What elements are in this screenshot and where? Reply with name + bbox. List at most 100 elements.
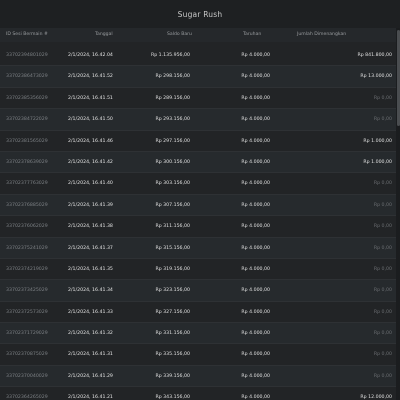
scrollbar-thumb[interactable] — [396, 30, 400, 126]
win-cell: Rp 0,00 — [373, 224, 392, 230]
session-id-cell: 33702373425029 — [6, 288, 48, 294]
win-cell: Rp 1.000,00 — [363, 159, 392, 165]
bet-cell: Rp 4.000,00 — [241, 288, 270, 294]
bet-cell: Rp 4.000,00 — [241, 95, 270, 101]
table-header: ID Sesi Bermain # Tanggal Saldo Baru Tar… — [0, 28, 396, 42]
bet-cell: Rp 4.000,00 — [241, 117, 270, 123]
date-cell: 2/1/2024, 16.41.40 — [68, 181, 113, 187]
win-cell: Rp 0,00 — [373, 373, 392, 379]
balance-cell: Rp 311.156,00 — [155, 224, 190, 230]
bet-cell: Rp 4.000,00 — [241, 352, 270, 358]
bet-cell: Rp 4.000,00 — [241, 159, 270, 165]
table-row[interactable]: 33702374219029 2/1/2024, 16.41.35 Rp 319.1… — [0, 259, 396, 281]
table-row[interactable]: 33702378639029 2/1/2024, 16.41.42 Rp 300.1… — [0, 151, 396, 174]
session-id-cell: 33702370875029 — [6, 352, 48, 358]
bet-cell: Rp 4.000,00 — [241, 245, 270, 251]
table-row[interactable]: 33702385356029 2/1/2024, 16.41.51 Rp 289.1… — [0, 88, 396, 110]
table-row[interactable]: 33702370040029 2/1/2024, 16.41.29 Rp 339.1… — [0, 365, 396, 388]
balance-cell: Rp 323.156,00 — [155, 288, 190, 294]
win-cell: Rp 0,00 — [373, 117, 392, 123]
balance-cell: Rp 289.156,00 — [155, 95, 190, 101]
balance-cell: Rp 319.156,00 — [155, 266, 190, 272]
date-cell: 2/1/2024, 16.42.04 — [68, 53, 113, 58]
win-cell: Rp 0,00 — [373, 202, 392, 208]
bet-cell: Rp 4.000,00 — [241, 395, 270, 400]
balance-cell: Rp 307.156,00 — [155, 202, 190, 208]
game-history-window: Sugar Rush ID Sesi Bermain # Tanggal Sal… — [0, 0, 400, 400]
table-row[interactable]: 33702364265029 2/1/2024, 16.41.21 Rp 343.1… — [0, 387, 396, 400]
balance-cell: Rp 339.156,00 — [155, 373, 190, 379]
bet-cell: Rp 4.000,00 — [241, 373, 270, 379]
balance-cell: Rp 331.156,00 — [155, 331, 190, 337]
session-id-cell: 33702376062029 — [6, 224, 48, 230]
session-id-cell: 33702381565029 — [6, 138, 48, 144]
bet-cell: Rp 4.000,00 — [241, 74, 270, 80]
session-id-cell: 33702374219029 — [6, 266, 48, 272]
header-win: Jumlah Dimenangkan — [297, 32, 347, 37]
table-row[interactable]: 33702384722029 2/1/2024, 16.41.50 Rp 293.1… — [0, 109, 396, 131]
bet-cell: Rp 4.000,00 — [241, 224, 270, 230]
table-row[interactable]: 33702375241029 2/1/2024, 16.41.37 Rp 315.1… — [0, 237, 396, 259]
table-row[interactable]: 33702370875029 2/1/2024, 16.41.31 Rp 335.1… — [0, 344, 396, 366]
header-date: Tanggal — [95, 32, 113, 37]
session-id-cell: 33702378639029 — [6, 159, 48, 165]
session-id-cell: 33702376885029 — [6, 202, 48, 208]
history-table-body: 33702394801029 2/1/2024, 16.42.04 Rp 1.135… — [0, 45, 396, 400]
balance-cell: Rp 327.156,00 — [155, 309, 190, 315]
header-session-id: ID Sesi Bermain # — [6, 32, 48, 37]
table-row[interactable]: 33702371729029 2/1/2024, 16.41.32 Rp 331.1… — [0, 323, 396, 345]
bet-cell: Rp 4.000,00 — [241, 309, 270, 315]
date-cell: 2/1/2024, 16.41.33 — [68, 309, 113, 315]
win-cell: Rp 0,00 — [373, 181, 392, 187]
win-cell: Rp 0,00 — [373, 288, 392, 294]
date-cell: 2/1/2024, 16.41.51 — [68, 95, 113, 101]
bet-cell: Rp 4.000,00 — [241, 53, 270, 58]
win-cell: Rp 1.000,00 — [363, 138, 392, 144]
bet-cell: Rp 4.000,00 — [241, 138, 270, 144]
session-id-cell: 33702384722029 — [6, 117, 48, 123]
win-cell: Rp 0,00 — [373, 245, 392, 251]
win-cell: Rp 841.800,00 — [357, 53, 392, 58]
balance-cell: Rp 297.156,00 — [155, 138, 190, 144]
date-cell: 2/1/2024, 16.41.35 — [68, 266, 113, 272]
date-cell: 2/1/2024, 16.41.32 — [68, 331, 113, 337]
table-row[interactable]: 33702373425029 2/1/2024, 16.41.34 Rp 323.1… — [0, 280, 396, 302]
balance-cell: Rp 315.156,00 — [155, 245, 190, 251]
date-cell: 2/1/2024, 16.41.52 — [68, 74, 113, 80]
win-cell: Rp 0,00 — [373, 266, 392, 272]
balance-cell: Rp 300.156,00 — [155, 159, 190, 165]
date-cell: 2/1/2024, 16.41.31 — [68, 352, 113, 358]
win-cell: Rp 12.000,00 — [360, 395, 392, 400]
win-cell: Rp 0,00 — [373, 95, 392, 101]
bet-cell: Rp 4.000,00 — [241, 266, 270, 272]
balance-cell: Rp 1.135.956,00 — [150, 53, 190, 58]
date-cell: 2/1/2024, 16.41.39 — [68, 202, 113, 208]
date-cell: 2/1/2024, 16.41.37 — [68, 245, 113, 251]
window-title: Sugar Rush — [177, 9, 223, 19]
vertical-scrollbar[interactable] — [396, 28, 400, 400]
date-cell: 2/1/2024, 16.41.21 — [68, 395, 113, 400]
session-id-cell: 33702394801029 — [6, 53, 48, 58]
table-row[interactable]: 33702394801029 2/1/2024, 16.42.04 Rp 1.135… — [0, 45, 396, 67]
session-id-cell: 33702377763029 — [6, 181, 48, 187]
table-row[interactable]: 33702381565029 2/1/2024, 16.41.46 Rp 297.1… — [0, 131, 396, 152]
table-row[interactable]: 33702376885029 2/1/2024, 16.41.39 Rp 307.1… — [0, 194, 396, 217]
win-cell: Rp 13.000,00 — [360, 74, 392, 80]
balance-cell: Rp 343.156,00 — [155, 395, 190, 400]
title-bar: Sugar Rush — [0, 0, 400, 28]
table-row[interactable]: 33702377763029 2/1/2024, 16.41.40 Rp 303.1… — [0, 173, 396, 195]
date-cell: 2/1/2024, 16.41.38 — [68, 224, 113, 230]
table-row[interactable]: 33702372573029 2/1/2024, 16.41.33 Rp 327.1… — [0, 302, 396, 324]
session-id-cell: 33702370040029 — [6, 373, 48, 379]
date-cell: 2/1/2024, 16.41.46 — [68, 138, 113, 144]
date-cell: 2/1/2024, 16.41.50 — [68, 117, 113, 123]
session-id-cell: 33702364265029 — [6, 395, 48, 400]
bet-cell: Rp 4.000,00 — [241, 202, 270, 208]
table-row[interactable]: 33702376062029 2/1/2024, 16.41.38 Rp 311.1… — [0, 216, 396, 238]
session-id-cell: 33702385356029 — [6, 95, 48, 101]
table-row[interactable]: 33702386473029 2/1/2024, 16.41.52 Rp 298.1… — [0, 66, 396, 88]
session-id-cell: 33702375241029 — [6, 245, 48, 251]
session-id-cell: 33702386473029 — [6, 74, 48, 80]
date-cell: 2/1/2024, 16.41.42 — [68, 159, 113, 165]
date-cell: 2/1/2024, 16.41.29 — [68, 373, 113, 379]
